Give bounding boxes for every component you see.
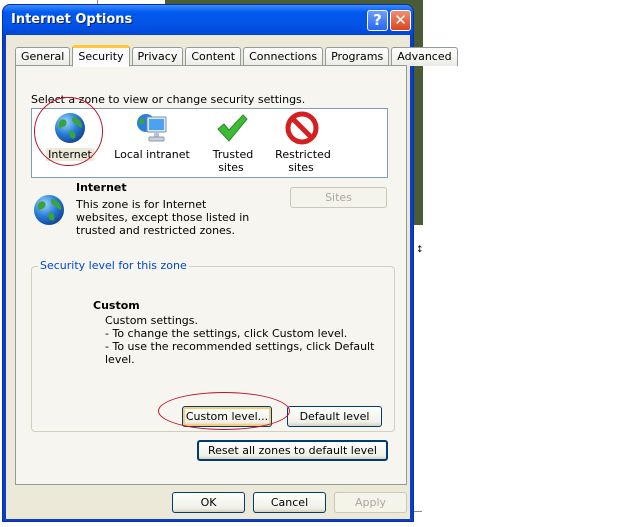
close-button[interactable]: ✕ (390, 10, 411, 31)
zone-label: Internet (46, 148, 94, 161)
help-icon: ? (373, 11, 382, 29)
tab-privacy[interactable]: Privacy (131, 47, 184, 66)
tab-security[interactable]: Security (72, 45, 130, 67)
zone-restricted-sites[interactable]: Restricted sites (267, 111, 337, 174)
security-level-description: Custom settings. - To change the setting… (105, 314, 375, 366)
zone-list[interactable]: Internet Local intranet Trusted sites Re… (31, 108, 388, 178)
zone-globe-icon (34, 195, 64, 225)
selected-zone-name: Internet (76, 181, 127, 194)
tab-connections[interactable]: Connections (243, 47, 324, 66)
security-level-group: Security level for this zone Custom Cust… (31, 259, 395, 432)
tab-general[interactable]: General (15, 47, 71, 66)
tab-programs[interactable]: Programs (325, 47, 390, 66)
reset-all-zones-button[interactable]: Reset all zones to default level (197, 440, 388, 461)
default-level-button[interactable]: Default level (287, 406, 382, 427)
background-rule (414, 511, 422, 512)
custom-level-button[interactable]: Custom level... (182, 406, 272, 427)
intranet-icon (137, 114, 167, 142)
security-tab-panel: Select a zone to view or change security… (15, 65, 407, 485)
globe-icon (55, 113, 85, 143)
sites-button[interactable]: Sites (290, 187, 387, 208)
security-level-group-title: Security level for this zone (38, 259, 189, 272)
cancel-button[interactable]: Cancel (253, 492, 326, 513)
zone-prompt: Select a zone to view or change security… (31, 93, 306, 106)
zone-label: Restricted sites (275, 148, 331, 174)
security-level-name: Custom (93, 299, 140, 312)
restricted-icon (285, 111, 319, 145)
apply-button[interactable]: Apply (334, 492, 407, 513)
selected-zone-description: This zone is for Internet websites, exce… (76, 198, 250, 237)
close-icon: ✕ (394, 11, 407, 29)
dialog-client-area: General Security Privacy Content Connect… (6, 35, 458, 519)
zone-label: Local intranet (114, 148, 190, 161)
checkmark-icon (217, 114, 248, 142)
ok-button[interactable]: OK (172, 492, 245, 513)
tab-strip: General Security Privacy Content Connect… (15, 44, 460, 67)
window-title: Internet Options (11, 12, 133, 27)
help-button[interactable]: ? (367, 10, 388, 31)
zone-internet[interactable]: Internet (40, 111, 100, 161)
zone-local-intranet[interactable]: Local intranet (112, 111, 192, 161)
zone-trusted-sites[interactable]: Trusted sites (197, 111, 267, 174)
zone-label: Trusted sites (212, 148, 254, 174)
tab-advanced[interactable]: Advanced (391, 47, 458, 66)
title-bar[interactable]: Internet Options ? ✕ (3, 5, 413, 35)
cursor-glyph: ↕ (416, 245, 424, 255)
internet-options-dialog: Internet Options ? ✕ General Security Pr… (2, 4, 458, 522)
tab-content[interactable]: Content (185, 47, 242, 66)
